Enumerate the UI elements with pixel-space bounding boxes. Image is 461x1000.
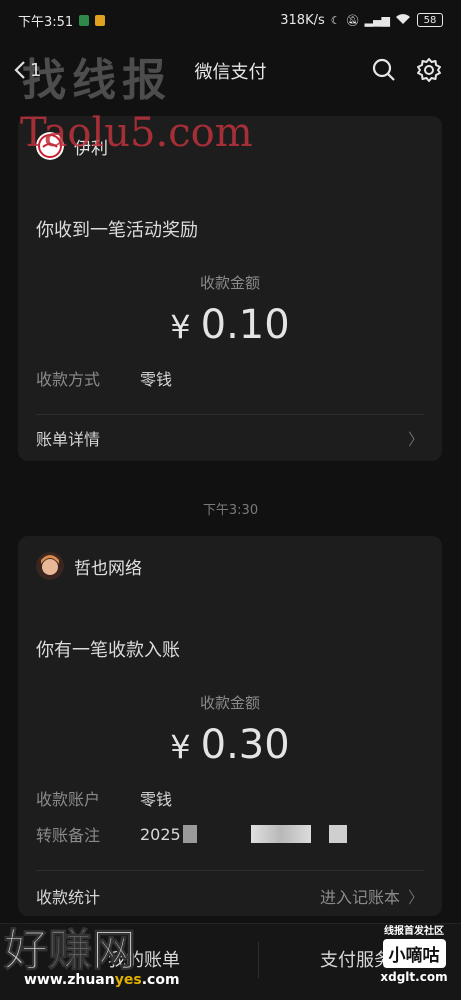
status-icons: ☾ 🔕︎ ▂▄▆ xyxy=(331,13,411,28)
currency-symbol: ¥ xyxy=(170,308,191,346)
bottom-divider xyxy=(258,942,259,978)
ledger-link-label: 进入记账本 xyxy=(319,888,400,907)
watermark-url-part: .com xyxy=(141,972,180,988)
detail-row: 收款账户 零钱 xyxy=(36,786,172,810)
bill-details-link[interactable]: 账单详情 〉 xyxy=(36,426,424,450)
chevron-right-icon: 〉 xyxy=(407,888,424,907)
signal-icon: ▂▄▆ xyxy=(364,13,390,27)
message-timestamp: 下午3:30 xyxy=(202,503,259,518)
amount-number: 0.10 xyxy=(200,302,290,348)
divider xyxy=(36,870,424,871)
currency-symbol: ¥ xyxy=(170,728,191,766)
search-button[interactable] xyxy=(370,56,398,84)
watermark-bottom-url: www.zhuanyes.com xyxy=(24,972,180,988)
merchant-name: 哲也网络 xyxy=(74,558,142,579)
redacted-block xyxy=(328,825,347,843)
battery-icon: 58 xyxy=(417,13,443,27)
amount-number: 0.30 xyxy=(200,722,290,768)
mute-icon: 🔕︎ xyxy=(345,13,360,27)
status-bar: 下午3:51 318K/s ☾ 🔕︎ ▂▄▆ 58 xyxy=(0,0,461,40)
settings-gear-icon xyxy=(417,58,441,82)
detail-row: 收款方式 零钱 xyxy=(36,366,172,390)
message-card-2[interactable]: 哲也网络 你有一笔收款入账 收款金额 ¥0.30 收款账户 零钱 转账备注 20… xyxy=(18,536,442,916)
settings-button[interactable] xyxy=(415,56,443,84)
detail-key: 转账备注 xyxy=(36,826,101,845)
detail-value: 2025 xyxy=(140,822,347,846)
message-notification-icon xyxy=(95,14,106,26)
search-icon xyxy=(372,58,395,81)
badge-main-text: 小嘀咕 xyxy=(382,939,446,968)
message-card-1[interactable]: 伊利 你收到一笔活动奖励 收款金额 ¥0.10 收款方式 零钱 账单详情 〉 T… xyxy=(18,110,442,461)
amount-value: ¥0.10 xyxy=(18,302,442,348)
watermark-bottom-cn: 好赚网 xyxy=(4,925,137,977)
watermark-top-en: Taolu5.com xyxy=(20,110,253,156)
redacted-block xyxy=(182,825,197,843)
divider xyxy=(36,414,424,415)
network-speed: 318K/s xyxy=(280,12,325,28)
message-title: 你有一笔收款入账 xyxy=(36,640,180,661)
ledger-link[interactable]: 进入记账本 〉 xyxy=(320,884,424,908)
redacted-block xyxy=(250,825,311,843)
detail-key: 收款账户 xyxy=(36,790,101,809)
amount-label: 收款金额 xyxy=(199,274,260,292)
message-title: 你收到一笔活动奖励 xyxy=(36,220,198,241)
remark-text: 2025 xyxy=(140,824,181,844)
moon-icon: ☾ xyxy=(330,13,341,27)
payment-stats-link[interactable]: 收款统计 进入记账本 〉 xyxy=(36,884,424,908)
status-right: 318K/s ☾ 🔕︎ ▂▄▆ 58 xyxy=(280,13,443,28)
watermark-badge: 线报首发社区 小嘀咕 xdglt.com xyxy=(375,922,453,990)
watermark-url-part: www.zhuan xyxy=(24,972,115,988)
status-left: 下午3:51 xyxy=(18,11,106,30)
badge-url-text: xdglt.com xyxy=(380,970,448,984)
status-time: 下午3:51 xyxy=(18,14,74,30)
wifi-icon xyxy=(395,13,411,28)
footer-label: 账单详情 xyxy=(36,430,101,449)
detail-value: 零钱 xyxy=(140,370,173,389)
chevron-right-icon: 〉 xyxy=(407,430,424,449)
detail-row: 转账备注 2025 xyxy=(36,822,347,846)
watermark-url-part: yes xyxy=(114,972,142,988)
amount-value: ¥0.30 xyxy=(18,722,442,768)
detail-value: 零钱 xyxy=(140,790,173,809)
avatar xyxy=(36,552,64,580)
app-notification-icon xyxy=(79,14,90,26)
footer-label: 收款统计 xyxy=(36,888,101,907)
detail-key: 收款方式 xyxy=(36,370,101,389)
nav-bar: 1 微信支付 xyxy=(0,44,461,96)
merchant-header: 哲也网络 xyxy=(36,552,142,580)
amount-label: 收款金额 xyxy=(199,694,260,712)
badge-top-text: 线报首发社区 xyxy=(384,926,444,937)
